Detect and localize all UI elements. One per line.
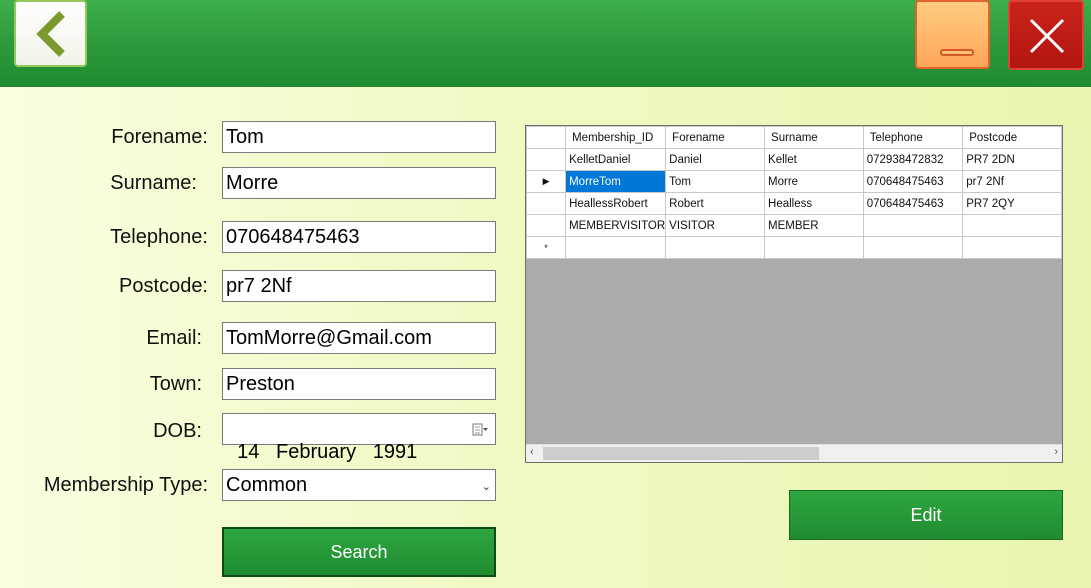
- table-row[interactable]: HeallessRobert Robert Healless 070648475…: [526, 192, 1062, 215]
- chevron-left-icon: [36, 11, 65, 57]
- table-cell[interactable]: KelletDaniel: [565, 148, 667, 171]
- table-header-row: Membership_ID Forename Surname Telephone…: [526, 126, 1062, 149]
- dob-label: DOB:: [153, 420, 202, 442]
- town-label: Town:: [149, 373, 202, 395]
- postcode-label: Postcode:: [119, 275, 208, 297]
- search-button[interactable]: Search: [222, 527, 496, 577]
- table-cell[interactable]: Tom: [665, 170, 766, 193]
- scroll-left-icon[interactable]: ‹: [530, 446, 534, 458]
- column-header[interactable]: Membership_ID: [565, 126, 667, 149]
- table-cell[interactable]: Kellet: [764, 148, 864, 171]
- edit-button[interactable]: Edit: [789, 490, 1063, 540]
- new-row-marker-icon[interactable]: *: [526, 236, 567, 259]
- table-cell[interactable]: [862, 214, 964, 237]
- membership-type-label: Membership Type:: [43, 474, 208, 496]
- forename-label: Forename:: [111, 126, 208, 148]
- table-cell[interactable]: [962, 236, 1062, 259]
- new-row[interactable]: *: [526, 236, 1062, 259]
- telephone-input[interactable]: 070648475463: [222, 221, 496, 253]
- current-row-marker-icon[interactable]: ▶: [526, 170, 567, 193]
- surname-input[interactable]: Morre: [222, 167, 496, 199]
- table-cell[interactable]: [862, 236, 964, 259]
- table-cell[interactable]: [665, 236, 766, 259]
- table-cell[interactable]: Daniel: [665, 148, 766, 171]
- email-input[interactable]: TomMorre@Gmail.com: [222, 322, 496, 354]
- table-cell[interactable]: 072938472832: [862, 148, 964, 171]
- table-cell[interactable]: MEMBERVISITOR: [565, 214, 667, 237]
- membership-type-select[interactable]: Common ⌄: [222, 469, 496, 501]
- forename-input[interactable]: Tom: [222, 121, 496, 153]
- minimize-icon: [940, 49, 974, 56]
- table-row[interactable]: ▶ MorreTom Tom Morre 070648475463 pr7 2N…: [526, 170, 1062, 193]
- column-header[interactable]: Forename: [665, 126, 766, 149]
- table-cell[interactable]: PR7 2QY: [962, 192, 1062, 215]
- table-cell[interactable]: PR7 2DN: [962, 148, 1062, 171]
- chevron-down-icon[interactable]: ⌄: [482, 480, 491, 493]
- table-cell[interactable]: [764, 236, 864, 259]
- surname-label: Surname:: [110, 172, 197, 194]
- email-label: Email:: [146, 327, 202, 349]
- town-input[interactable]: Preston: [222, 368, 496, 400]
- row-header[interactable]: [526, 148, 567, 171]
- table-cell[interactable]: HeallessRobert: [565, 192, 667, 215]
- table-cell[interactable]: Healless: [764, 192, 864, 215]
- column-header[interactable]: Postcode: [962, 126, 1062, 149]
- table-cell[interactable]: pr7 2Nf: [962, 170, 1062, 193]
- membership-type-value: Common: [226, 474, 308, 496]
- table-cell[interactable]: MEMBER: [764, 214, 864, 237]
- postcode-input[interactable]: pr7 2Nf: [222, 270, 496, 302]
- table-cell[interactable]: Robert: [665, 192, 766, 215]
- scrollbar-thumb[interactable]: [543, 447, 819, 460]
- column-header[interactable]: Surname: [764, 126, 864, 149]
- table-cell[interactable]: 070648475463: [862, 170, 964, 193]
- header-bar: [0, 0, 1091, 87]
- members-table: Membership_ID Forename Surname Telephone…: [526, 126, 1062, 259]
- close-icon: [1029, 18, 1065, 54]
- close-button[interactable]: [1008, 0, 1084, 70]
- table-cell[interactable]: Morre: [764, 170, 864, 193]
- column-header[interactable]: Telephone: [862, 126, 964, 149]
- members-grid[interactable]: Membership_ID Forename Surname Telephone…: [525, 125, 1063, 463]
- selected-cell[interactable]: MorreTom: [565, 170, 667, 193]
- scroll-right-icon[interactable]: ›: [1054, 446, 1058, 458]
- table-row[interactable]: MEMBERVISITOR VISITOR MEMBER: [526, 214, 1062, 237]
- back-button[interactable]: [14, 0, 87, 67]
- table-cell[interactable]: [962, 214, 1062, 237]
- table-cell[interactable]: VISITOR: [665, 214, 766, 237]
- dob-date-picker[interactable]: 14 February 1991: [222, 413, 496, 463]
- row-header[interactable]: [526, 192, 567, 215]
- minimize-button[interactable]: [915, 0, 990, 69]
- calendar-icon[interactable]: [472, 423, 489, 437]
- table-row[interactable]: KelletDaniel Daniel Kellet 072938472832 …: [526, 148, 1062, 171]
- row-header-corner: [526, 126, 567, 149]
- table-cell[interactable]: 070648475463: [862, 192, 964, 215]
- horizontal-scrollbar[interactable]: ‹ ›: [526, 444, 1062, 462]
- dob-value: 14 February 1991: [237, 441, 418, 463]
- row-header[interactable]: [526, 214, 567, 237]
- table-cell[interactable]: [565, 236, 667, 259]
- telephone-label: Telephone:: [110, 226, 208, 248]
